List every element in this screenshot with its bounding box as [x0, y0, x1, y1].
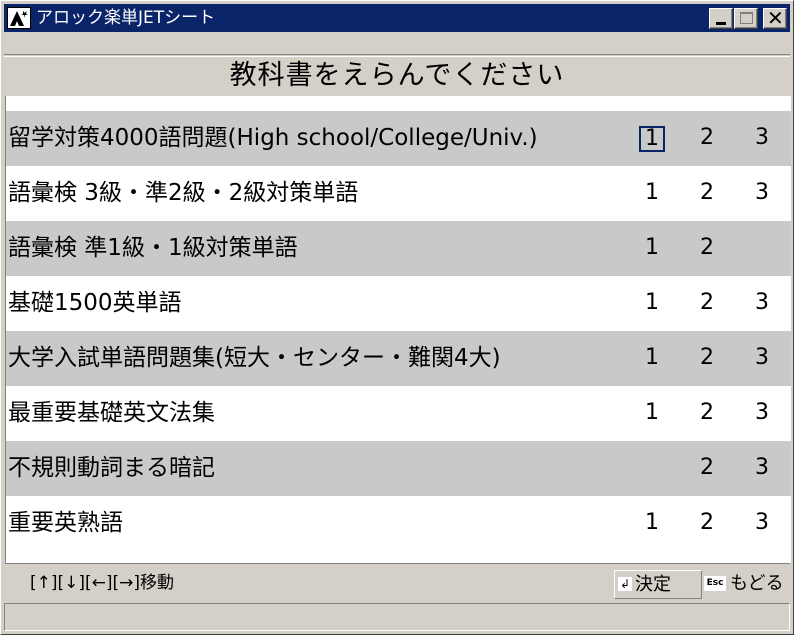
textbook-title[interactable]: 基礎1500英単語	[8, 289, 182, 317]
level-1-button[interactable]	[639, 456, 665, 482]
textbook-row[interactable]: 語彙検 3級・準2級・2級対策単語 1 2 3	[6, 166, 791, 221]
app-window: アロック楽単JETシート ✕ 教科書をえらんでください 留学対策4000語問題(…	[0, 0, 794, 635]
back-label: もどる	[730, 573, 784, 594]
textbook-title[interactable]: 語彙検 準1級・1級対策単語	[8, 234, 298, 262]
page-heading: 教科書をえらんでください	[229, 60, 565, 91]
level-3-button[interactable]: 3	[749, 126, 775, 152]
enter-key-icon: ↲	[618, 577, 632, 591]
textbook-list: 留学対策4000語問題(High school/College/Univ.) 1…	[5, 96, 791, 564]
textbook-title[interactable]: 重要英熟語	[8, 509, 123, 537]
level-2-button[interactable]: 2	[694, 126, 720, 152]
status-bar	[4, 603, 790, 631]
heading-bar: 教科書をえらんでください	[4, 56, 790, 96]
level-3-button[interactable]: 3	[749, 346, 775, 372]
level-2-button[interactable]: 2	[694, 181, 720, 207]
level-2-button[interactable]: 2	[694, 291, 720, 317]
esc-key-icon: Esc	[704, 576, 726, 591]
textbook-row[interactable]: 基礎1500英単語 1 2 3	[6, 276, 791, 331]
minimize-icon	[716, 22, 726, 25]
menu-strip	[4, 35, 790, 55]
textbook-row[interactable]: 不規則動詞まる暗記 2 3	[6, 441, 791, 496]
close-button[interactable]: ✕	[763, 6, 787, 30]
textbook-title[interactable]: 留学対策4000語問題(High school/College/Univ.)	[8, 124, 538, 152]
level-3-button[interactable]	[749, 236, 775, 262]
maximize-button[interactable]	[734, 8, 758, 29]
level-3-button[interactable]: 3	[749, 456, 775, 482]
textbook-title[interactable]: 語彙検 3級・準2級・2級対策単語	[8, 179, 358, 207]
level-3-button[interactable]: 3	[749, 291, 775, 317]
level-2-button[interactable]: 2	[694, 401, 720, 427]
navigation-hint: [↑][↓][←][→]移動	[30, 573, 175, 593]
level-1-button[interactable]: 1	[639, 126, 665, 152]
confirm-label: 決定	[635, 574, 671, 595]
level-2-button[interactable]: 2	[694, 456, 720, 482]
back-button[interactable]: Esc もどる	[704, 570, 790, 599]
level-3-button[interactable]: 3	[749, 181, 775, 207]
confirm-button[interactable]: ↲ 決定	[614, 570, 702, 599]
level-3-button[interactable]: 3	[749, 511, 775, 537]
level-3-button[interactable]: 3	[749, 401, 775, 427]
textbook-row[interactable]: 語彙検 準1級・1級対策単語 1 2	[6, 221, 791, 276]
footer-bar: [↑][↓][←][→]移動 ↲ 決定 Esc もどる	[4, 567, 790, 600]
textbook-row[interactable]: 重要英熟語 1 2 3	[6, 496, 791, 551]
level-1-button[interactable]: 1	[639, 181, 665, 207]
textbook-title[interactable]: 不規則動詞まる暗記	[8, 454, 215, 482]
textbook-row[interactable]: 最重要基礎英文法集 1 2 3	[6, 386, 791, 441]
level-2-button[interactable]: 2	[694, 511, 720, 537]
textbook-title[interactable]: 最重要基礎英文法集	[8, 399, 215, 427]
level-1-button[interactable]: 1	[639, 291, 665, 317]
level-2-button[interactable]: 2	[694, 346, 720, 372]
maximize-icon	[740, 12, 753, 24]
textbook-row[interactable]: 大学入試単語問題集(短大・センター・難関4大) 1 2 3	[6, 331, 791, 386]
window-title: アロック楽単JETシート	[36, 8, 216, 28]
app-logo-icon[interactable]	[7, 7, 31, 29]
level-1-button[interactable]: 1	[639, 401, 665, 427]
level-1-button[interactable]: 1	[639, 511, 665, 537]
textbook-row[interactable]: 留学対策4000語問題(High school/College/Univ.) 1…	[6, 111, 791, 166]
level-2-button[interactable]: 2	[694, 236, 720, 262]
close-icon: ✕	[767, 6, 784, 30]
level-1-button[interactable]: 1	[639, 346, 665, 372]
textbook-title[interactable]: 大学入試単語問題集(短大・センター・難関4大)	[8, 344, 501, 372]
level-1-button[interactable]: 1	[639, 236, 665, 262]
minimize-button[interactable]	[709, 8, 733, 29]
title-bar[interactable]: アロック楽単JETシート ✕	[4, 4, 790, 32]
